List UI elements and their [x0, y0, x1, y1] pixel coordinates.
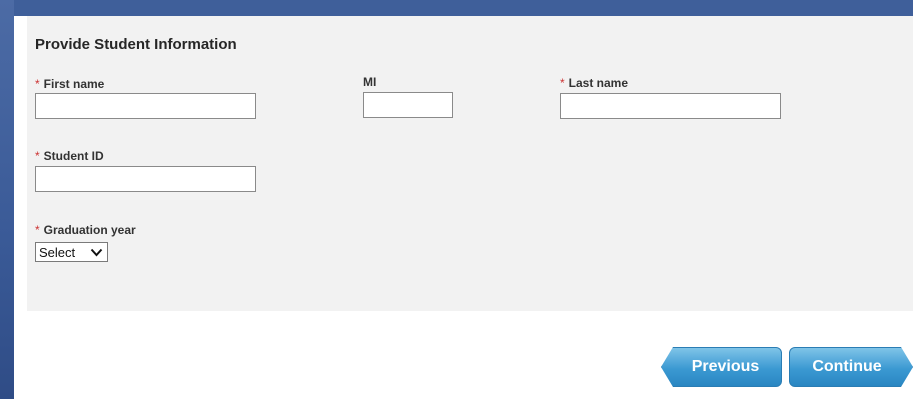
top-frame-bar	[0, 0, 913, 16]
first-name-input[interactable]	[35, 93, 256, 119]
previous-button-label: Previous	[691, 358, 760, 375]
left-frame-bar	[0, 0, 14, 399]
first-name-label: * First name	[35, 77, 104, 91]
student-id-label: * Student ID	[35, 149, 104, 163]
mi-input[interactable]	[363, 92, 453, 118]
last-name-label-text: Last name	[568, 76, 629, 90]
required-marker: *	[35, 223, 40, 237]
student-info-panel: Provide Student Information * First name …	[27, 16, 913, 311]
student-id-input[interactable]	[35, 166, 256, 192]
required-marker: *	[35, 77, 40, 91]
last-name-label: * Last name	[560, 76, 628, 90]
form-heading: Provide Student Information	[35, 36, 237, 53]
student-id-label-text: Student ID	[43, 149, 104, 163]
continue-button-label: Continue	[812, 358, 882, 375]
graduation-year-label-text: Graduation year	[43, 223, 136, 237]
mi-label: MI	[363, 75, 376, 89]
previous-button[interactable]: Previous	[661, 347, 782, 387]
continue-button[interactable]: Continue	[789, 347, 913, 387]
graduation-year-label: * Graduation year	[35, 223, 136, 237]
graduation-year-select[interactable]: Select	[35, 242, 108, 262]
chevron-down-icon	[90, 246, 103, 261]
first-name-label-text: First name	[43, 77, 105, 91]
mi-label-text: MI	[363, 75, 377, 89]
required-marker: *	[560, 76, 565, 90]
required-marker: *	[35, 149, 40, 163]
graduation-year-selected-value: Select	[39, 244, 76, 260]
last-name-input[interactable]	[560, 93, 781, 119]
